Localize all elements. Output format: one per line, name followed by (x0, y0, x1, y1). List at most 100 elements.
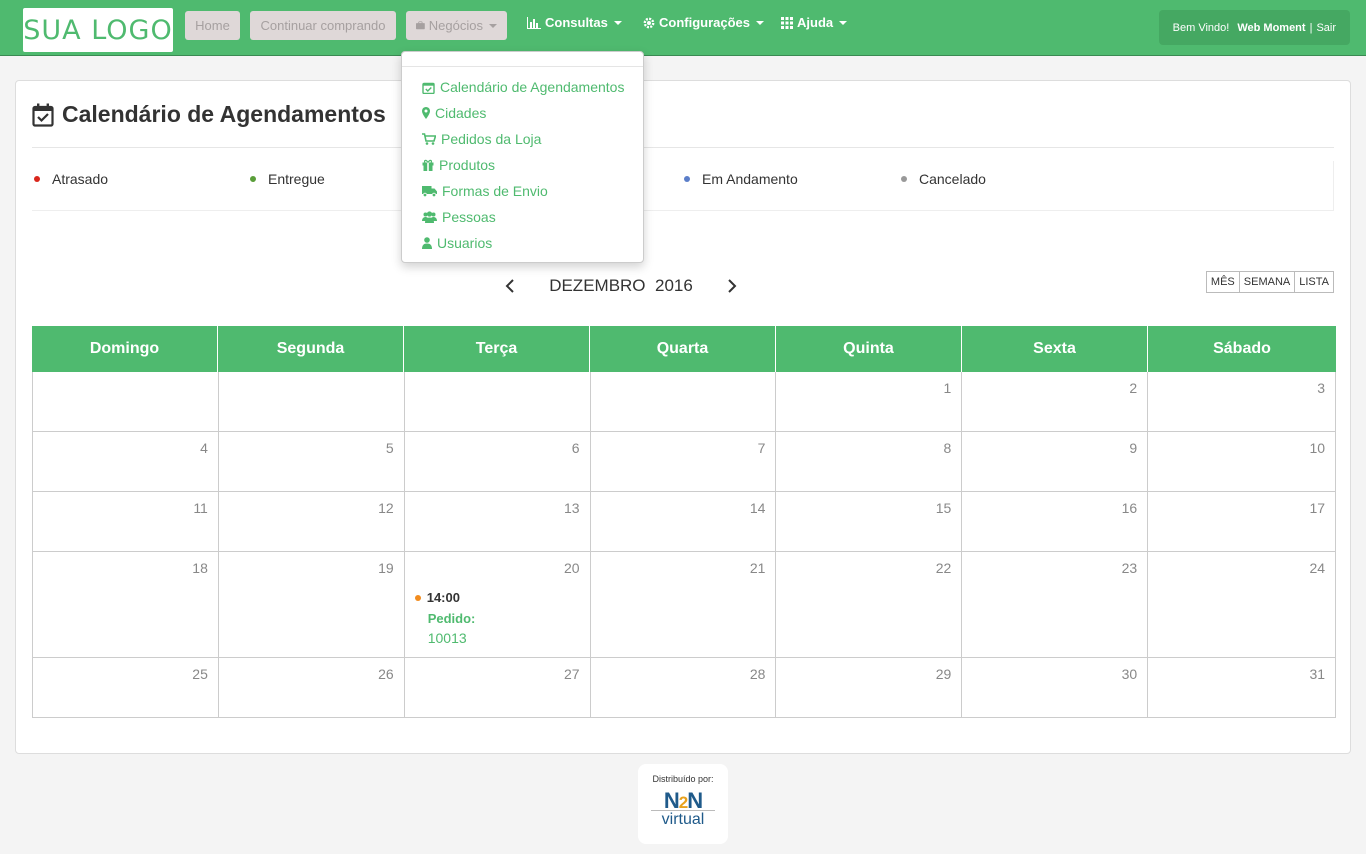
calendar-day-cell[interactable] (218, 372, 405, 432)
calendar-day-cell[interactable]: 21 (590, 552, 777, 658)
calendar-day-cell[interactable] (33, 372, 219, 432)
menu-item-produtos[interactable]: Produtos (422, 157, 495, 173)
logo-n1: N (663, 788, 680, 813)
calendar-day-cell[interactable]: 24 (1148, 552, 1337, 658)
logout-link[interactable]: Sair (1316, 22, 1336, 34)
menu-item-formas-envio[interactable]: Formas de Envio (422, 183, 548, 199)
home-button[interactable]: Home (185, 11, 240, 40)
calendar-day-cell[interactable]: 15 (776, 492, 963, 552)
calendar-day-cell[interactable]: 6 (404, 432, 591, 492)
calendar-check-icon (32, 103, 54, 127)
calendar-check-icon (422, 82, 435, 94)
calendar-day-cell[interactable]: 12 (218, 492, 405, 552)
consultas-menu[interactable]: Consultas (527, 15, 622, 30)
calendar-day-cell[interactable]: 13 (404, 492, 591, 552)
calendar-day-cell[interactable]: 25 (33, 658, 219, 718)
logo-text: SUA LOGO (23, 14, 173, 46)
calendar-day-cell[interactable]: 10 (1148, 432, 1337, 492)
next-month-button[interactable] (727, 279, 737, 293)
consultas-label: Consultas (545, 15, 608, 30)
view-switcher: MÊS SEMANA LISTA (1205, 271, 1334, 293)
view-list-button[interactable]: LISTA (1294, 271, 1334, 293)
day-number: 29 (935, 666, 952, 682)
day-number: 13 (564, 500, 580, 516)
ajuda-menu[interactable]: Ajuda (781, 15, 848, 30)
chevron-down-icon (839, 20, 848, 25)
legend-label: Em Andamento (702, 171, 798, 187)
calendar-event[interactable]: 14:00 Pedido: 10013 (414, 590, 476, 646)
calendar-day-cell[interactable]: 16 (962, 492, 1149, 552)
cart-icon (422, 133, 436, 145)
menu-item-usuarios[interactable]: Usuarios (422, 235, 492, 251)
user-icon (422, 237, 432, 249)
calendar-day-cell[interactable]: 31 (1148, 658, 1337, 718)
calendar-day-cell[interactable]: 29 (776, 658, 963, 718)
calendar-day-cell[interactable]: 2 (962, 372, 1149, 432)
calendar-day-cell[interactable] (590, 372, 777, 432)
logo-n2: N (687, 788, 703, 813)
menu-item-pessoas[interactable]: Pessoas (422, 209, 496, 225)
event-time-text: 14:00 (426, 590, 460, 605)
calendar-day-cell[interactable]: 27 (404, 658, 591, 718)
status-dot-icon (901, 176, 907, 182)
calendar-week-row: 4 5 6 7 8 9 10 (32, 432, 1337, 492)
day-number: 6 (571, 440, 580, 456)
grid-icon (781, 16, 793, 29)
event-label: Pedido: (427, 611, 476, 626)
weekday-header: Segunda (218, 326, 404, 372)
calendar-day-cell[interactable]: 28 (590, 658, 777, 718)
calendar-day-cell[interactable]: 19 (218, 552, 405, 658)
calendar-day-cell[interactable] (404, 372, 591, 432)
day-number: 17 (1309, 500, 1326, 516)
weekday-header: Terça (404, 326, 590, 372)
legend-label: Entregue (268, 171, 325, 187)
weekday-header: Domingo (32, 326, 218, 372)
legend-cancelado: Cancelado (901, 171, 986, 187)
calendar-day-cell[interactable]: 26 (218, 658, 405, 718)
calendar-day-cell[interactable]: 30 (962, 658, 1149, 718)
users-icon (422, 211, 437, 223)
view-month-button[interactable]: MÊS (1205, 271, 1240, 293)
calendar-week-row: 18 19 20 14:00 Pedido: 10013 21 22 23 24 (32, 552, 1337, 658)
day-number: 21 (749, 560, 766, 576)
configuracoes-menu[interactable]: Configurações (643, 15, 765, 30)
menu-item-label: Pessoas (442, 209, 496, 225)
negocios-label: Negócios (428, 18, 483, 33)
weekday-header: Quarta (590, 326, 776, 372)
page-title: Calendário de Agendamentos (32, 101, 386, 128)
calendar-day-cell[interactable]: 5 (218, 432, 405, 492)
view-week-button[interactable]: SEMANA (1238, 271, 1296, 293)
menu-item-label: Usuarios (437, 235, 493, 251)
calendar-day-cell[interactable]: 14 (590, 492, 777, 552)
calendar-day-cell[interactable]: 23 (962, 552, 1149, 658)
calendar-day-cell[interactable]: 11 (33, 492, 219, 552)
calendar-day-cell[interactable]: 17 (1148, 492, 1337, 552)
chevron-down-icon (489, 23, 497, 28)
calendar-day-cell[interactable]: 1 (776, 372, 963, 432)
calendar-day-cell[interactable]: 8 (776, 432, 963, 492)
calendar-day-cell[interactable]: 22 (776, 552, 963, 658)
legend-entregue: Entregue (250, 171, 325, 187)
prev-month-button[interactable] (505, 279, 515, 293)
calendar-day-cell[interactable]: 9 (962, 432, 1149, 492)
calendar-day-cell[interactable]: 20 14:00 Pedido: 10013 (404, 552, 591, 658)
day-number: 24 (1309, 560, 1326, 576)
chevron-right-icon (728, 279, 737, 293)
logo[interactable]: SUA LOGO (23, 8, 173, 52)
calendar-day-cell[interactable]: 7 (590, 432, 777, 492)
day-number: 16 (1121, 500, 1138, 516)
day-number: 5 (385, 440, 394, 456)
menu-item-calendario[interactable]: Calendário de Agendamentos (422, 79, 624, 95)
calendar-day-cell[interactable]: 3 (1148, 372, 1337, 432)
continue-shopping-button[interactable]: Continuar comprando (250, 11, 396, 40)
calendar-day-cell[interactable]: 18 (33, 552, 219, 658)
calendar-day-cell[interactable]: 4 (33, 432, 219, 492)
menu-item-pedidos[interactable]: Pedidos da Loja (422, 131, 541, 147)
distributor-badge[interactable]: Distribuído por: N2N virtual (638, 764, 728, 844)
weekday-header: Quinta (776, 326, 962, 372)
legend-label: Cancelado (919, 171, 986, 187)
user-name[interactable]: Web Moment (1237, 22, 1305, 34)
chevron-down-icon (756, 20, 765, 25)
negocios-menu-button[interactable]: Negócios (406, 11, 507, 40)
menu-item-cidades[interactable]: Cidades (422, 105, 486, 121)
